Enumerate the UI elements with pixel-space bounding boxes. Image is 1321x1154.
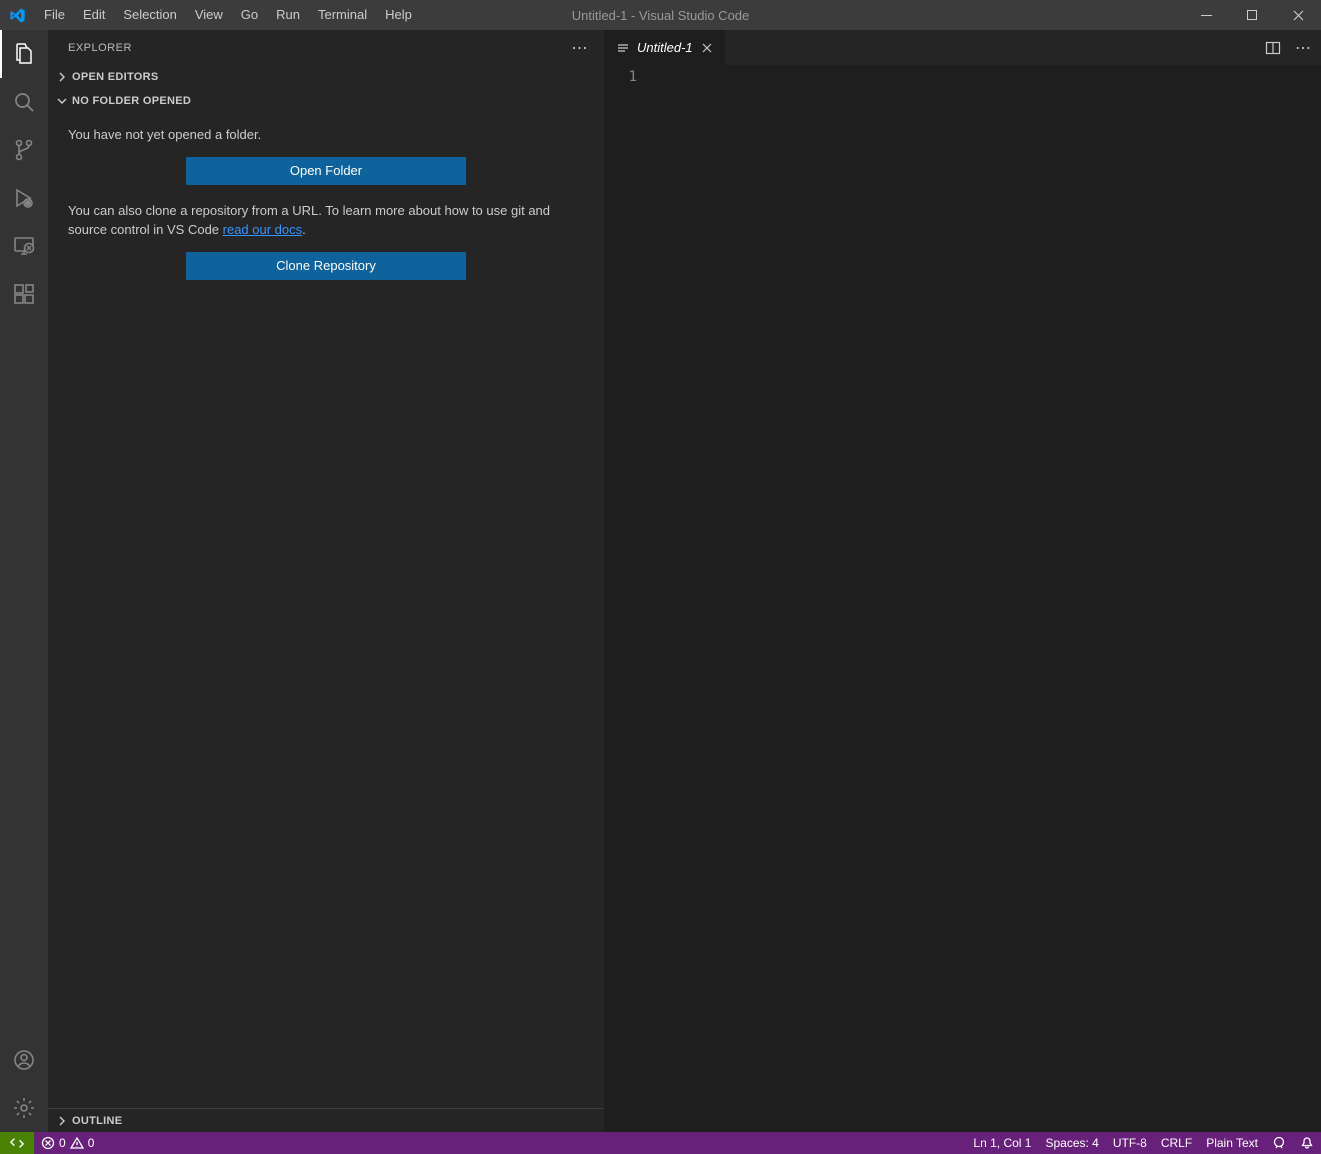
activity-search[interactable]	[0, 78, 48, 126]
open-editors-label: OPEN EDITORS	[72, 71, 159, 83]
read-our-docs-link[interactable]: read our docs	[223, 222, 303, 237]
tab-bar: Untitled-1 ⋯	[605, 30, 1321, 65]
menu-bar: File Edit Selection View Go Run Terminal…	[35, 0, 421, 30]
editor-body[interactable]: 1	[605, 65, 1321, 1132]
activity-remote-explorer[interactable]	[0, 222, 48, 270]
title-bar: File Edit Selection View Go Run Terminal…	[0, 0, 1321, 30]
activity-source-control[interactable]	[0, 126, 48, 174]
tab-close-button[interactable]	[699, 40, 715, 56]
outline-label: OUTLINE	[72, 1115, 122, 1127]
debug-icon	[12, 186, 36, 210]
feedback-button[interactable]	[1265, 1132, 1293, 1154]
chevron-right-icon	[54, 69, 70, 85]
activity-manage[interactable]	[0, 1084, 48, 1132]
language-mode-status[interactable]: Plain Text	[1199, 1132, 1265, 1154]
activity-extensions[interactable]	[0, 270, 48, 318]
activity-run-debug[interactable]	[0, 174, 48, 222]
editor-area: Untitled-1 ⋯ 1	[605, 30, 1321, 1132]
sidebar-explorer: EXPLORER ⋯ OPEN EDITORS NO FOLDER OPENED…	[48, 30, 605, 1132]
menu-file[interactable]: File	[35, 0, 74, 30]
account-icon	[12, 1048, 36, 1072]
feedback-icon	[1272, 1136, 1286, 1150]
remote-indicator-icon	[10, 1136, 24, 1150]
activity-accounts[interactable]	[0, 1036, 48, 1084]
split-editor-button[interactable]	[1265, 40, 1281, 56]
menu-run[interactable]: Run	[267, 0, 309, 30]
sidebar-header: EXPLORER ⋯	[48, 30, 604, 65]
notifications-button[interactable]	[1293, 1132, 1321, 1154]
remote-status-button[interactable]	[0, 1132, 34, 1154]
gear-icon	[12, 1096, 36, 1120]
menu-terminal[interactable]: Terminal	[309, 0, 376, 30]
sidebar-title: EXPLORER	[68, 42, 132, 54]
code-area[interactable]	[655, 65, 1321, 1132]
chevron-right-icon	[54, 1113, 70, 1129]
tab-untitled-1[interactable]: Untitled-1	[605, 30, 726, 65]
app-icon	[0, 7, 35, 24]
remote-icon	[12, 234, 36, 258]
no-folder-body: You have not yet opened a folder. Open F…	[48, 113, 604, 308]
window-controls	[1183, 0, 1321, 30]
extensions-icon	[12, 282, 36, 306]
eol-status[interactable]: CRLF	[1154, 1132, 1199, 1154]
cursor-position-status[interactable]: Ln 1, Col 1	[966, 1132, 1038, 1154]
indentation-status[interactable]: Spaces: 4	[1038, 1132, 1105, 1154]
warning-icon	[70, 1136, 84, 1150]
sidebar-more-button[interactable]: ⋯	[572, 38, 589, 58]
error-icon	[41, 1136, 55, 1150]
menu-edit[interactable]: Edit	[74, 0, 114, 30]
no-folder-label: NO FOLDER OPENED	[72, 95, 191, 107]
problems-status[interactable]: 0 0	[34, 1132, 101, 1154]
minimize-button[interactable]	[1183, 0, 1229, 30]
menu-view[interactable]: View	[186, 0, 232, 30]
clone-repository-button[interactable]: Clone Repository	[186, 252, 466, 280]
menu-selection[interactable]: Selection	[114, 0, 185, 30]
clone-text-b: .	[302, 222, 306, 237]
activity-explorer[interactable]	[0, 30, 48, 78]
clone-text: You can also clone a repository from a U…	[68, 201, 584, 240]
tab-label: Untitled-1	[637, 40, 693, 55]
editor-more-button[interactable]: ⋯	[1295, 38, 1311, 58]
open-editors-section[interactable]: OPEN EDITORS	[48, 65, 604, 89]
close-button[interactable]	[1275, 0, 1321, 30]
encoding-status[interactable]: UTF-8	[1106, 1132, 1154, 1154]
file-text-icon	[615, 40, 631, 56]
outline-section[interactable]: OUTLINE	[48, 1108, 604, 1132]
status-bar: 0 0 Ln 1, Col 1 Spaces: 4 UTF-8 CRLF Pla…	[0, 1132, 1321, 1154]
source-control-icon	[12, 138, 36, 162]
line-gutter: 1	[605, 65, 655, 1132]
maximize-button[interactable]	[1229, 0, 1275, 30]
editor-actions: ⋯	[1255, 30, 1321, 65]
search-icon	[12, 90, 36, 114]
open-folder-button[interactable]: Open Folder	[186, 157, 466, 185]
line-number: 1	[605, 69, 637, 85]
activity-bar	[0, 30, 48, 1132]
files-icon	[12, 42, 36, 66]
not-opened-text: You have not yet opened a folder.	[68, 125, 584, 145]
error-count: 0	[59, 1136, 66, 1150]
warning-count: 0	[88, 1136, 95, 1150]
chevron-down-icon	[54, 93, 70, 109]
no-folder-section[interactable]: NO FOLDER OPENED	[48, 89, 604, 113]
bell-icon	[1300, 1136, 1314, 1150]
menu-help[interactable]: Help	[376, 0, 421, 30]
menu-go[interactable]: Go	[232, 0, 267, 30]
main-area: EXPLORER ⋯ OPEN EDITORS NO FOLDER OPENED…	[0, 30, 1321, 1132]
clone-text-a: You can also clone a repository from a U…	[68, 203, 550, 238]
